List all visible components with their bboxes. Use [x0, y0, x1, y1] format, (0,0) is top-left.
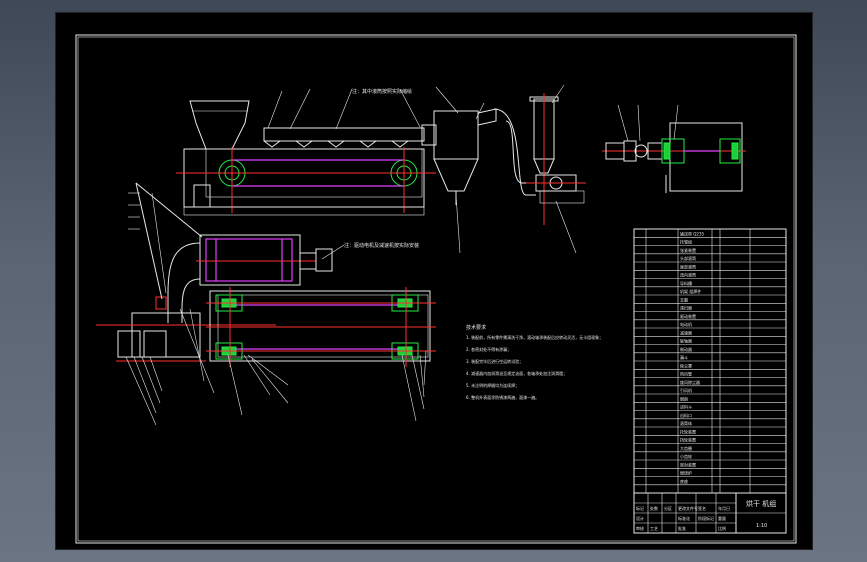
parts-row-name: 清扫器 — [680, 305, 692, 311]
parts-row-name: 小齿轮 — [680, 453, 692, 459]
tech-requirements-block: 技术要求 1. 装配前，所有零件需清洗干净，滚动轴承装配后应转动灵活，无卡阻现象… — [466, 324, 603, 400]
title-label: 标记 — [636, 505, 644, 511]
parts-row-name: 除尘罩 — [680, 362, 692, 368]
feed-hopper — [189, 100, 250, 150]
cyclone-dust-collector — [421, 108, 536, 205]
title-label: 批准 — [678, 525, 686, 531]
top-callout-text: 注：其中滚筒按照实际缩绘 — [352, 88, 412, 95]
parts-row-name: 头部滚筒 — [680, 255, 696, 261]
lower-drum-view — [155, 234, 333, 323]
title-block: 标记 处数 分区 更改文件号 签名 年月日 设计 标准化 审核 工艺 批准 阶段… — [633, 492, 787, 534]
parts-row-name: 出料口 — [680, 412, 692, 418]
title-label: 处数 — [650, 505, 658, 511]
dryer-elevation-view — [176, 100, 436, 216]
parts-row-name: 电动机 — [680, 321, 692, 327]
drawing-scale: 1:10 — [756, 523, 767, 529]
title-label: 签名 — [698, 505, 706, 511]
parts-row-name: 尾部滚筒 — [680, 263, 696, 269]
title-label: 分区 — [664, 505, 672, 511]
parts-row-name: 改向滚筒 — [680, 272, 696, 278]
parts-row-name: 热风管 — [680, 371, 692, 377]
parts-row-name: 托辊组 — [680, 239, 692, 245]
parts-row-name: 张紧装置 — [680, 247, 696, 253]
tech-req-line: 2. 各密封处不得有渗漏； — [466, 346, 511, 352]
parts-row-name: 减速器 — [680, 329, 692, 335]
parts-row-name: 挡轮装置 — [680, 437, 696, 443]
parts-row-name: 导料槽 — [680, 280, 692, 286]
parts-row-name: 大齿圈 — [680, 445, 692, 451]
leader-lines — [125, 84, 679, 426]
parts-row-name: 漏斗 — [680, 354, 688, 360]
parts-row-name: 滚筒体 — [680, 420, 692, 426]
tech-req-line: 3. 装配完毕后进行空运转试验； — [466, 358, 523, 364]
drawing-viewport[interactable]: 注：其中滚筒按照实际缩绘 注：驱动电机及减速机按实际安装 技术要求 1. 装配前… — [56, 13, 812, 549]
drawing-title: 烘干 机组 — [746, 499, 776, 508]
parts-row-name: 联轴器 — [680, 338, 692, 344]
parts-row-name: 旋风除尘器 — [680, 379, 700, 385]
parts-row-name: 燃烧炉 — [680, 470, 692, 476]
parts-row-name: 机架 组焊件 — [680, 288, 701, 294]
parts-list-table: 输送带 Q235 托辊组张紧装置头部滚筒尾部滚筒改向滚筒导料槽机架 组焊件支腿清扫… — [633, 228, 787, 494]
cad-drawing: 注：其中滚筒按照实际缩绘 注：驱动电机及减速机按实际安装 技术要求 1. 装配前… — [75, 34, 797, 544]
parts-row-name: 烟囱 — [680, 395, 688, 401]
support-frame — [135, 182, 203, 300]
exhaust-stack — [526, 93, 586, 225]
title-label: 更改文件号 — [678, 505, 698, 511]
title-label: 审核 — [636, 525, 644, 531]
title-label: 比例 — [718, 525, 726, 531]
tech-req-line: 6. 整机外表面涂防锈漆两遍，面漆一遍。 — [466, 394, 539, 400]
motor-reducer — [96, 312, 276, 362]
parts-row-name: 输送带 Q235 — [680, 230, 705, 236]
tech-req-line: 4. 减速器内加润滑油至规定油面，各轴承处加注润滑脂； — [466, 370, 567, 376]
parts-row-name: 驱动装置 — [680, 313, 696, 319]
title-label: 阶段标记 — [698, 515, 714, 521]
parts-row-name: 制动器 — [680, 346, 692, 352]
hot-air-duct — [263, 127, 425, 142]
belt-conveyor-plan — [206, 287, 436, 367]
title-label: 重量 — [718, 515, 726, 521]
tech-req-heading: 技术要求 — [466, 324, 486, 331]
parts-row-name: 底座 — [680, 478, 688, 484]
drive-assembly-view — [602, 122, 746, 193]
title-label: 标准化 — [678, 515, 690, 521]
title-label: 工艺 — [650, 526, 658, 531]
title-label: 设计 — [636, 515, 644, 521]
parts-row-name: 托轮装置 — [680, 428, 696, 434]
parts-row-name: 引风机 — [680, 387, 692, 393]
title-label: 年月日 — [718, 505, 730, 511]
tech-req-line: 5. 未注明的焊缝均为连续焊； — [466, 382, 519, 388]
parts-row-name: 支腿 — [680, 296, 688, 302]
parts-row-name: 进料斗 — [680, 404, 692, 410]
tech-req-line: 1. 装配前，所有零件需清洗干净，滚动轴承装配后应转动灵活，无卡阻现象； — [466, 334, 603, 340]
motor-callout-text: 注：驱动电机及减速机按实际安装 — [344, 242, 419, 249]
parts-row-name: 密封装置 — [680, 461, 696, 467]
